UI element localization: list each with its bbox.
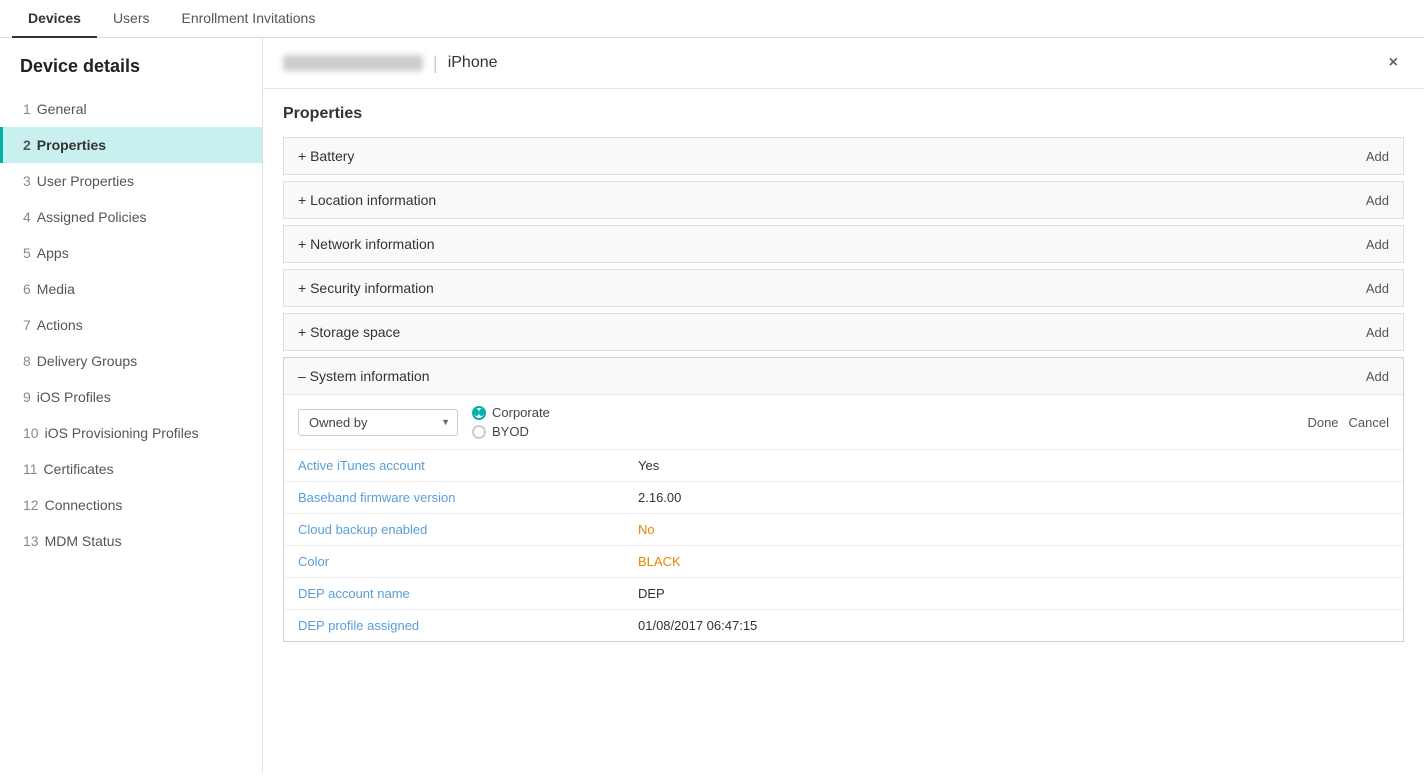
prop-section-security: + Security information Add [283,269,1404,307]
radio-byod[interactable]: BYOD [472,424,550,439]
radio-circle-byod [472,425,486,439]
content-area: | iPhone × Properties + Battery Add + Lo… [263,38,1424,773]
prop-section-storage-header[interactable]: + Storage space Add [284,314,1403,350]
prop-section-storage-add[interactable]: Add [1366,325,1389,340]
prop-section-location-label: + Location information [298,192,436,208]
data-value-dep-profile: 01/08/2017 06:47:15 [638,618,757,633]
sidebar-item-num-1: 1 [23,101,31,117]
data-label-dep-account: DEP account name [298,586,638,601]
properties-container: Properties + Battery Add + Location info… [263,89,1424,664]
data-value-baseband: 2.16.00 [638,490,681,505]
prop-section-location: + Location information Add [283,181,1404,219]
sidebar-item-certificates[interactable]: 11Certificates [0,451,262,487]
main-layout: Device details 1General 2Properties 3Use… [0,38,1424,773]
sidebar-item-apps[interactable]: 5Apps [0,235,262,271]
owned-by-select-wrapper[interactable]: Owned by [298,409,458,436]
table-row: Baseband firmware version 2.16.00 [284,482,1403,514]
system-info-content: Owned by Corporate [284,395,1403,641]
sidebar-item-user-properties[interactable]: 3User Properties [0,163,262,199]
sidebar-item-num-7: 7 [23,317,31,333]
sidebar-item-num-13: 13 [23,533,39,549]
prop-section-network-add[interactable]: Add [1366,237,1389,252]
table-row: Color BLACK [284,546,1403,578]
radio-byod-label: BYOD [492,424,529,439]
device-header: | iPhone × [263,38,1424,89]
radio-corporate-label: Corporate [492,405,550,420]
tab-devices[interactable]: Devices [12,0,97,38]
sidebar-item-num-10: 10 [23,425,39,441]
sidebar-item-num-11: 11 [23,461,38,477]
radio-group-ownership: Corporate BYOD [472,405,550,439]
prop-section-system: – System information Add Owned by [283,357,1404,642]
data-label-dep-profile: DEP profile assigned [298,618,638,633]
data-label-active-itunes: Active iTunes account [298,458,638,473]
prop-section-storage: + Storage space Add [283,313,1404,351]
table-row: Cloud backup enabled No [284,514,1403,546]
prop-section-battery-header[interactable]: + Battery Add [284,138,1403,174]
sidebar-item-ios-provisioning[interactable]: 10iOS Provisioning Profiles [0,415,262,451]
sidebar-item-general[interactable]: 1General [0,91,262,127]
prop-section-system-label: – System information [298,368,430,384]
prop-section-security-label: + Security information [298,280,434,296]
sidebar-item-num-12: 12 [23,497,39,513]
done-button[interactable]: Done [1307,415,1338,430]
properties-title: Properties [283,105,1404,123]
done-cancel-buttons: Done Cancel [1307,415,1389,430]
cancel-button[interactable]: Cancel [1349,415,1389,430]
sidebar-item-connections[interactable]: 12Connections [0,487,262,523]
prop-section-storage-label: + Storage space [298,324,400,340]
data-value-cloud-backup: No [638,522,655,537]
data-value-active-itunes: Yes [638,458,659,473]
data-value-color: BLACK [638,554,681,569]
prop-section-network-header[interactable]: + Network information Add [284,226,1403,262]
sidebar-item-num-8: 8 [23,353,31,369]
top-tabs-bar: Devices Users Enrollment Invitations [0,0,1424,38]
sidebar-item-properties[interactable]: 2Properties [0,127,262,163]
sidebar-item-mdm-status[interactable]: 13MDM Status [0,523,262,559]
sidebar-item-delivery-groups[interactable]: 8Delivery Groups [0,343,262,379]
prop-section-system-header[interactable]: – System information Add [284,358,1403,395]
radio-circle-corporate [472,406,486,420]
prop-section-security-header[interactable]: + Security information Add [284,270,1403,306]
data-label-cloud-backup: Cloud backup enabled [298,522,638,537]
prop-section-location-header[interactable]: + Location information Add [284,182,1403,218]
prop-section-battery-label: + Battery [298,148,354,164]
close-button[interactable]: × [1383,52,1404,74]
sidebar-item-media[interactable]: 6Media [0,271,262,307]
prop-section-network-label: + Network information [298,236,435,252]
prop-section-security-add[interactable]: Add [1366,281,1389,296]
prop-section-system-add[interactable]: Add [1366,369,1389,384]
sidebar-item-actions[interactable]: 7Actions [0,307,262,343]
table-row: Active iTunes account Yes [284,450,1403,482]
owned-by-select[interactable]: Owned by [298,409,458,436]
sidebar-title: Device details [0,38,262,91]
sidebar-item-num-2: 2 [23,137,31,153]
owned-by-row: Owned by Corporate [284,395,1403,450]
device-model: iPhone [448,54,498,72]
data-label-color: Color [298,554,638,569]
prop-section-battery-add[interactable]: Add [1366,149,1389,164]
radio-corporate[interactable]: Corporate [472,405,550,420]
sidebar-item-num-6: 6 [23,281,31,297]
device-header-left: | iPhone [283,53,498,74]
device-name-blurred [283,55,423,71]
sidebar-item-assigned-policies[interactable]: 4Assigned Policies [0,199,262,235]
sidebar-item-num-5: 5 [23,245,31,261]
sidebar-item-num-9: 9 [23,389,31,405]
data-label-baseband: Baseband firmware version [298,490,638,505]
tab-enrollment-invitations[interactable]: Enrollment Invitations [166,0,332,38]
sidebar-item-num-4: 4 [23,209,31,225]
table-row: DEP account name DEP [284,578,1403,610]
tab-users[interactable]: Users [97,0,166,38]
sidebar-item-ios-profiles[interactable]: 9iOS Profiles [0,379,262,415]
prop-section-network: + Network information Add [283,225,1404,263]
sidebar-item-num-3: 3 [23,173,31,189]
prop-section-location-add[interactable]: Add [1366,193,1389,208]
prop-section-battery: + Battery Add [283,137,1404,175]
table-row: DEP profile assigned 01/08/2017 06:47:15 [284,610,1403,641]
data-value-dep-account: DEP [638,586,665,601]
sidebar: Device details 1General 2Properties 3Use… [0,38,263,773]
device-separator: | [433,53,438,74]
